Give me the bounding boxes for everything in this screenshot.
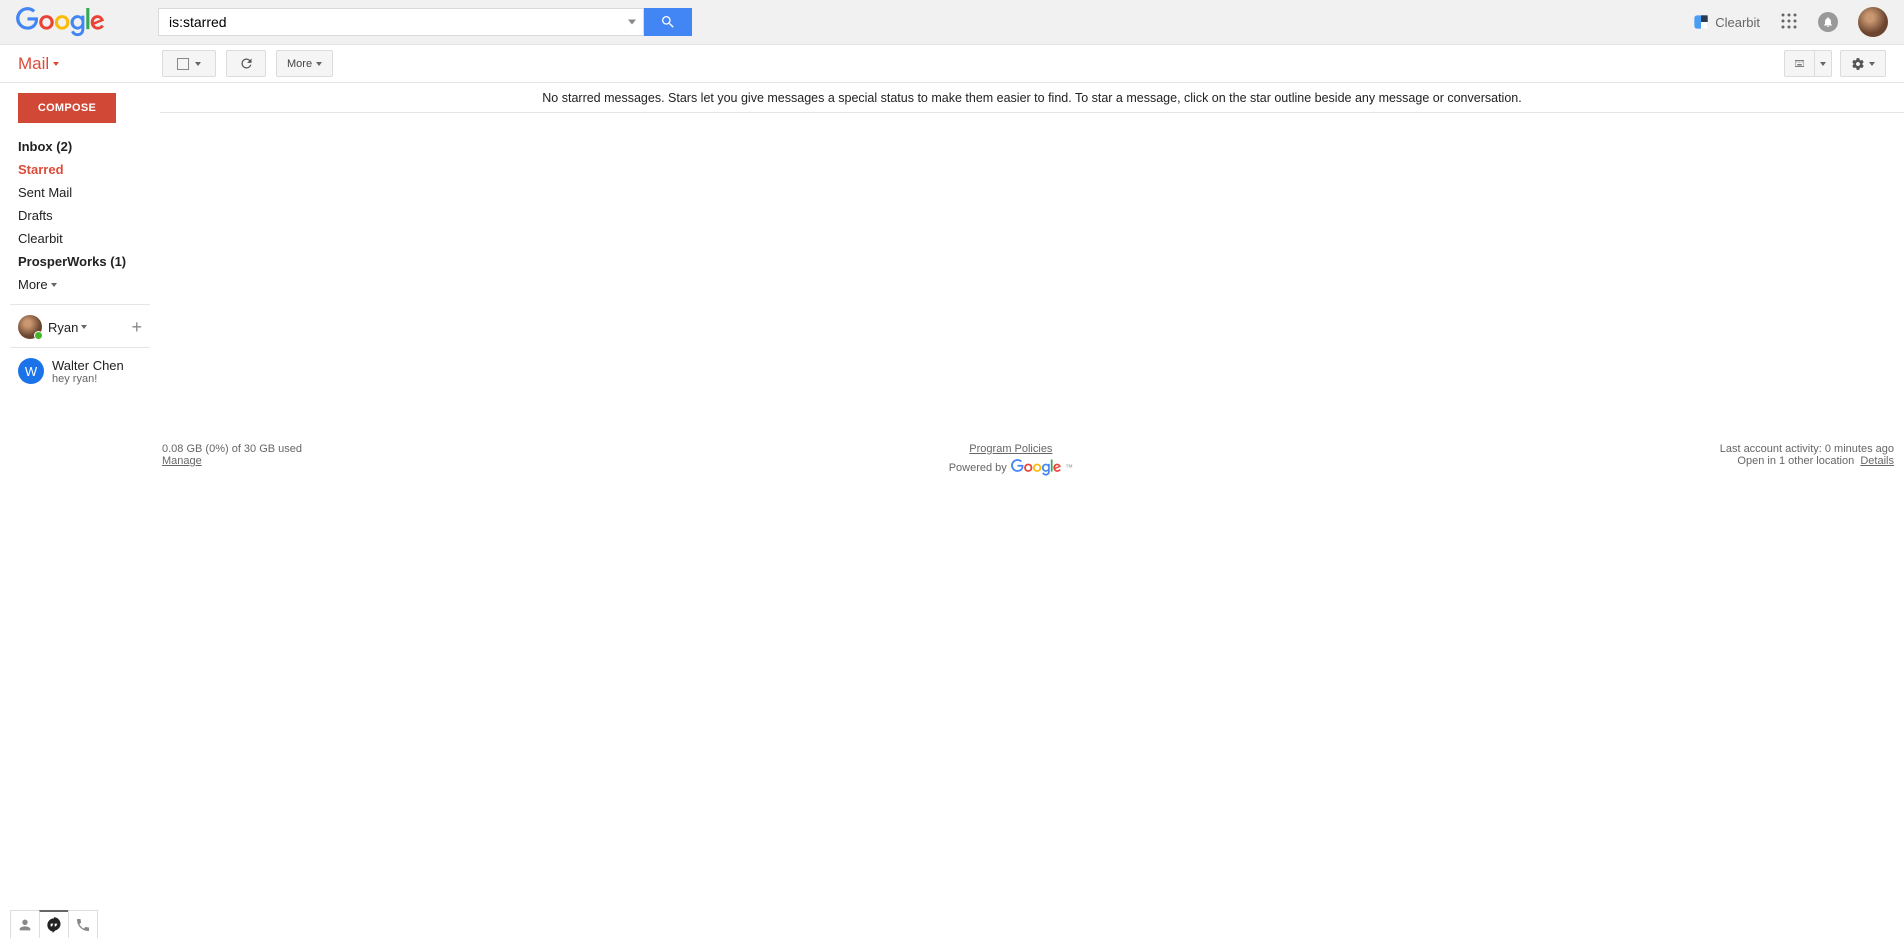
- more-label: More: [287, 58, 312, 70]
- caret-down-icon: [1869, 62, 1875, 66]
- chat-self[interactable]: Ryan +: [10, 313, 150, 341]
- layout: COMPOSE Inbox (2) Starred Sent Mail Draf…: [0, 83, 1904, 938]
- search-input[interactable]: [158, 8, 644, 36]
- refresh-button[interactable]: [226, 50, 266, 77]
- google-logo[interactable]: [16, 7, 156, 37]
- input-tools-split: [1784, 50, 1832, 77]
- chat-section: Ryan + W Walter Chen hey ryan!: [10, 304, 150, 389]
- nav-list: Inbox (2) Starred Sent Mail Drafts Clear…: [0, 135, 160, 296]
- caret-down-icon: [1820, 62, 1826, 66]
- footer-storage: 0.08 GB (0%) of 30 GB used Manage: [162, 443, 302, 476]
- hangouts-tab[interactable]: [39, 910, 69, 938]
- input-tools-button[interactable]: [1784, 50, 1814, 77]
- storage-text: 0.08 GB (0%) of 30 GB used: [162, 443, 302, 455]
- chat-self-name: Ryan: [48, 320, 78, 335]
- checkbox-icon: [177, 58, 189, 70]
- manage-link[interactable]: Manage: [162, 455, 202, 467]
- policies-link[interactable]: Program Policies: [969, 443, 1052, 455]
- google-icon: [1011, 459, 1061, 476]
- sidebar: COMPOSE Inbox (2) Starred Sent Mail Draf…: [0, 83, 160, 938]
- nav-prosperworks[interactable]: ProsperWorks (1): [0, 250, 160, 273]
- notifications-icon[interactable]: [1818, 12, 1838, 32]
- nav-clearbit[interactable]: Clearbit: [0, 227, 160, 250]
- toolbar-right: [1784, 50, 1904, 77]
- hangouts-icon: [46, 917, 62, 933]
- header: Clearbit: [0, 0, 1904, 45]
- nav-drafts[interactable]: Drafts: [0, 204, 160, 227]
- person-icon: [17, 917, 33, 933]
- add-contact-button[interactable]: +: [131, 318, 142, 336]
- chat-contact[interactable]: W Walter Chen hey ryan!: [10, 354, 150, 389]
- tm-mark: ™: [1065, 463, 1073, 472]
- account-avatar[interactable]: [1858, 7, 1888, 37]
- search-icon: [660, 14, 676, 30]
- compose-button[interactable]: COMPOSE: [18, 93, 116, 123]
- phone-icon: [75, 917, 91, 933]
- empty-state-message: No starred messages. Stars let you give …: [160, 83, 1904, 113]
- footer: 0.08 GB (0%) of 30 GB used Manage Progra…: [160, 433, 1904, 476]
- input-tools-caret[interactable]: [1814, 50, 1832, 77]
- mail-dropdown[interactable]: Mail: [0, 54, 160, 74]
- nav-sent[interactable]: Sent Mail: [0, 181, 160, 204]
- header-right: Clearbit: [1693, 7, 1888, 37]
- powered-by-text: Powered by: [949, 462, 1007, 474]
- sidebar-footer-tabs: [10, 910, 97, 938]
- footer-activity: Last account activity: 0 minutes ago Ope…: [1720, 443, 1894, 476]
- search-button[interactable]: [644, 8, 692, 36]
- clearbit-label: Clearbit: [1715, 15, 1760, 30]
- caret-down-icon: [195, 62, 201, 66]
- self-avatar: [18, 315, 42, 339]
- phone-tab[interactable]: [68, 910, 98, 938]
- contact-message: hey ryan!: [52, 373, 124, 385]
- more-button[interactable]: More: [276, 50, 333, 77]
- contact-name: Walter Chen: [52, 358, 124, 373]
- clearbit-link[interactable]: Clearbit: [1693, 14, 1760, 30]
- nav-inbox[interactable]: Inbox (2): [0, 135, 160, 158]
- open-in-text: Open in 1 other location: [1737, 455, 1854, 467]
- caret-down-icon: [316, 62, 322, 66]
- refresh-icon: [239, 56, 254, 71]
- caret-down-icon: [53, 62, 59, 66]
- main: No starred messages. Stars let you give …: [160, 83, 1904, 938]
- activity-text: Last account activity: 0 minutes ago: [1720, 443, 1894, 455]
- apps-icon[interactable]: [1780, 12, 1798, 33]
- settings-button[interactable]: [1840, 50, 1886, 77]
- contacts-tab[interactable]: [10, 910, 40, 938]
- online-dot-icon: [34, 331, 43, 340]
- mail-label-text: Mail: [18, 54, 49, 74]
- toolbar: More: [160, 50, 333, 77]
- contact-avatar: W: [18, 358, 44, 384]
- search-bar: [158, 8, 692, 36]
- nav-more-label: More: [18, 277, 48, 292]
- search-options-caret[interactable]: [628, 20, 636, 25]
- nav-more[interactable]: More: [0, 273, 160, 296]
- nav-starred[interactable]: Starred: [0, 158, 160, 181]
- caret-down-icon: [51, 283, 57, 287]
- gear-icon: [1851, 56, 1865, 72]
- details-link[interactable]: Details: [1860, 455, 1894, 467]
- toolbar-row: Mail More: [0, 45, 1904, 83]
- footer-center: Program Policies Powered by ™: [949, 443, 1073, 476]
- caret-down-icon: [81, 325, 87, 329]
- keyboard-icon: [1795, 58, 1804, 69]
- divider: [10, 347, 150, 348]
- select-all-button[interactable]: [162, 50, 216, 77]
- clearbit-icon: [1693, 14, 1709, 30]
